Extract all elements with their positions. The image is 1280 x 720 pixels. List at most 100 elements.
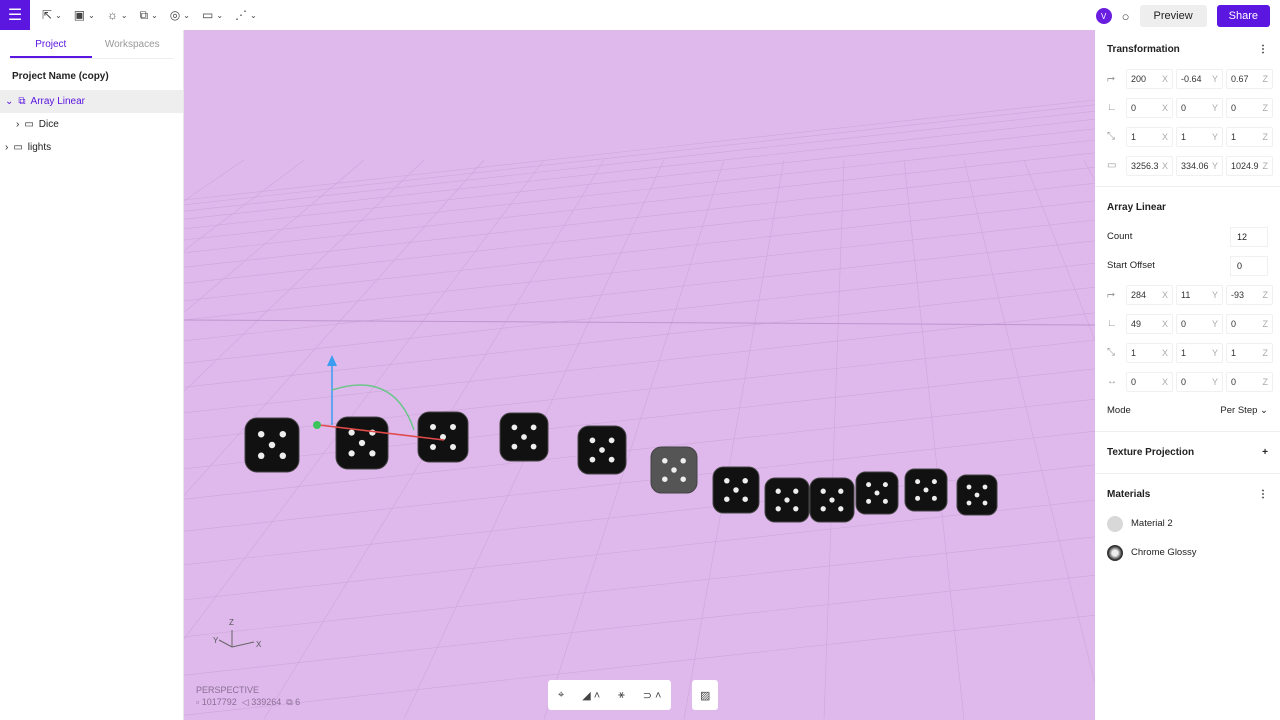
y-input[interactable]: 0Y bbox=[1176, 97, 1223, 118]
z-input[interactable]: -93 Z bbox=[1226, 284, 1273, 305]
scale-icon: ⤡ bbox=[1107, 131, 1115, 142]
material-swatch bbox=[1107, 544, 1123, 561]
grid-line bbox=[184, 574, 1095, 676]
y-input[interactable]: 1Y bbox=[1176, 126, 1223, 147]
folder-icon: ▭ bbox=[13, 142, 23, 153]
shading-icon[interactable]: ◢ ˄ bbox=[582, 689, 600, 702]
chevron-right-icon[interactable]: › bbox=[5, 142, 8, 153]
share-button[interactable]: Share bbox=[1216, 5, 1270, 27]
field-value: -93 bbox=[1231, 289, 1245, 300]
z-input[interactable]: 0Z bbox=[1226, 371, 1273, 392]
y-input[interactable]: 0Y bbox=[1176, 313, 1223, 334]
field-value: 1024.9 bbox=[1231, 160, 1259, 171]
x-input[interactable]: 0X bbox=[1126, 97, 1173, 118]
field-value: 1 bbox=[1231, 131, 1237, 142]
grid-line bbox=[184, 182, 1095, 284]
instances-icon: ⧉ bbox=[139, 7, 149, 22]
more-icon[interactable]: ⋮ bbox=[1258, 44, 1268, 55]
material-item[interactable]: Chrome Glossy bbox=[1095, 538, 1280, 567]
z-input[interactable]: 1Z bbox=[1226, 342, 1273, 363]
sun-icon: ☼ bbox=[106, 8, 118, 22]
x-input[interactable]: 200 X bbox=[1126, 68, 1173, 89]
plus-icon[interactable]: + bbox=[1262, 447, 1268, 458]
field-value: 0 bbox=[1181, 376, 1187, 387]
render-button[interactable]: ▨ bbox=[692, 680, 719, 710]
count-input[interactable]: 12 bbox=[1230, 226, 1268, 247]
path-tool[interactable]: ⋰ ⌄ bbox=[235, 8, 257, 22]
folder-icon: ▭ bbox=[201, 8, 214, 22]
texture-projection-title: Texture Projection bbox=[1107, 447, 1195, 458]
tab-project[interactable]: Project bbox=[10, 30, 92, 58]
z-input[interactable]: 0.67 Z bbox=[1226, 68, 1273, 89]
grid-line bbox=[184, 240, 1095, 342]
x-input[interactable]: 1X bbox=[1126, 126, 1173, 147]
x-input[interactable]: 0X bbox=[1126, 371, 1173, 392]
x-input[interactable]: 1X bbox=[1126, 342, 1173, 363]
tree-item-lights[interactable]: › ▭ lights bbox=[0, 136, 183, 159]
top-toolbar: ☰ ⇱ ⌄ ▣ ⌄ ☼ ⌄ ⧉ ⌄ ◎ ⌄ ▭ ⌄ ⋰ ⌄ V ○ Preview Share bbox=[0, 0, 1280, 30]
chevron-down-icon[interactable]: ⌄ bbox=[5, 96, 13, 107]
tab-workspaces[interactable]: Workspaces bbox=[92, 30, 174, 58]
spacing-icon: ↔ bbox=[1107, 376, 1117, 387]
field-value: 334.06 bbox=[1181, 160, 1209, 171]
y-input[interactable]: 0Y bbox=[1176, 371, 1223, 392]
select-tool[interactable]: ⇱ ⌄ bbox=[42, 8, 62, 22]
tree-item-dice[interactable]: › ▭ Dice bbox=[0, 113, 183, 136]
scene-canvas[interactable] bbox=[184, 30, 1095, 720]
material-tool[interactable]: ◎ ⌄ bbox=[170, 8, 190, 22]
camera-mode: PERSPECTIVE bbox=[196, 685, 260, 695]
light-tool[interactable]: ☼ ⌄ bbox=[107, 8, 128, 22]
material-item[interactable]: Material 2 bbox=[1095, 509, 1280, 538]
folder-tool[interactable]: ▭ ⌄ bbox=[202, 8, 223, 22]
focus-icon[interactable]: ⌖ bbox=[558, 689, 564, 702]
z-input[interactable]: 1Z bbox=[1226, 126, 1273, 147]
y-input[interactable]: 334.06 Y bbox=[1176, 155, 1223, 176]
materials-title: Materials bbox=[1107, 489, 1151, 500]
array-tool[interactable]: ⧉ ⌄ bbox=[140, 8, 158, 23]
die bbox=[650, 446, 698, 494]
chevron-right-icon[interactable]: › bbox=[16, 119, 19, 130]
x-input[interactable]: 49 X bbox=[1126, 313, 1173, 334]
x-input[interactable]: 3256.3 X bbox=[1126, 155, 1173, 176]
field-value: 1 bbox=[1231, 347, 1237, 358]
mode-select[interactable]: Per Step ⌄ bbox=[1220, 405, 1268, 416]
menu-button[interactable]: ☰ bbox=[0, 0, 30, 30]
more-icon[interactable]: ⋮ bbox=[1258, 489, 1268, 500]
die bbox=[809, 477, 855, 523]
array-icon: ⧉ bbox=[18, 96, 26, 107]
grid-line bbox=[184, 118, 1095, 220]
dice-array bbox=[244, 411, 998, 523]
y-input[interactable]: 11 Y bbox=[1176, 284, 1223, 305]
grid-line bbox=[184, 286, 1095, 388]
start-offset-input[interactable]: 0 bbox=[1230, 255, 1268, 276]
grid-line bbox=[184, 110, 1095, 212]
3d-viewport[interactable]: Z Y X PERSPECTIVE ▫ 1017792 ◁ 339264 ⧉ 6… bbox=[184, 30, 1095, 720]
magnet-icon[interactable]: ⊃ ˄ bbox=[643, 689, 662, 702]
grid-line bbox=[963, 159, 1095, 684]
y-input[interactable]: 1Y bbox=[1176, 342, 1223, 363]
z-input[interactable]: 0Z bbox=[1226, 313, 1273, 334]
box-tool[interactable]: ▣ ⌄ bbox=[74, 8, 95, 22]
die bbox=[904, 468, 948, 512]
y-input[interactable]: -0.64 Y bbox=[1176, 68, 1223, 89]
material-name: Material 2 bbox=[1131, 518, 1173, 529]
tree-label: lights bbox=[27, 142, 52, 153]
vector-row: ∟ 49 X 0 Y 0 Z bbox=[1095, 309, 1280, 338]
grid-line bbox=[543, 159, 725, 720]
field-value: 0 bbox=[1231, 376, 1237, 387]
field-value: 0 bbox=[1231, 318, 1237, 329]
material-swatch bbox=[1107, 515, 1123, 532]
snap-icon[interactable]: ⚹ bbox=[618, 689, 625, 702]
z-input[interactable]: 0Z bbox=[1226, 97, 1273, 118]
preview-button[interactable]: Preview bbox=[1139, 5, 1207, 27]
comment-icon[interactable]: ○ bbox=[1122, 9, 1130, 24]
horizon-axis bbox=[184, 319, 1095, 326]
die bbox=[956, 474, 998, 516]
size-icon: ▭ bbox=[1107, 160, 1117, 171]
grid-line bbox=[184, 159, 425, 392]
tree-item-array-linear[interactable]: ⌄ ⧉ Array Linear bbox=[0, 90, 183, 113]
avatar[interactable]: V bbox=[1095, 8, 1112, 24]
vector-row: ↔ 0 X 0 Y 0 Z bbox=[1095, 367, 1280, 396]
x-input[interactable]: 284 X bbox=[1126, 284, 1173, 305]
z-input[interactable]: 1024.9 Z bbox=[1226, 155, 1273, 176]
